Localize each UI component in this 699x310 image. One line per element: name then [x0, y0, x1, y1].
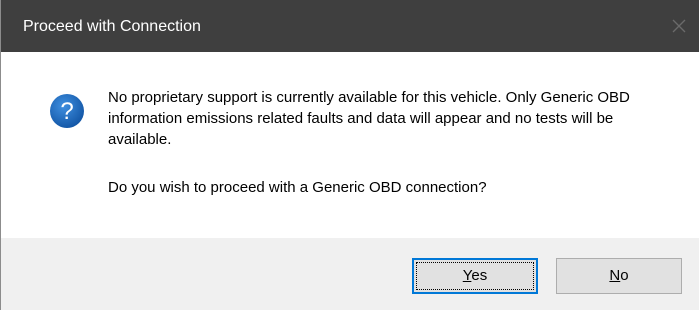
question-text: Do you wish to proceed with a Generic OB…: [108, 179, 487, 196]
no-button[interactable]: No: [556, 258, 682, 294]
no-accelerator: N: [609, 267, 621, 284]
no-label-rest: o: [620, 267, 629, 284]
message-text: No proprietary support is currently avai…: [108, 89, 630, 148]
yes-button[interactable]: Yes: [412, 258, 538, 294]
yes-label-rest: es: [471, 267, 488, 284]
close-button[interactable]: [661, 8, 697, 44]
yes-button-label: Yes: [463, 267, 487, 284]
no-button-label: No: [609, 267, 628, 284]
title-bar[interactable]: Proceed with Connection: [1, 0, 699, 52]
button-bar: Yes No: [1, 238, 699, 310]
message-area: ? No proprietary support is currently av…: [1, 52, 699, 238]
close-icon: [672, 19, 686, 33]
window-title: Proceed with Connection: [23, 18, 201, 35]
question-icon: ?: [49, 93, 85, 129]
svg-text:?: ?: [60, 98, 73, 125]
dialog-window: Proceed with Connection ? No proprietary: [0, 0, 699, 310]
